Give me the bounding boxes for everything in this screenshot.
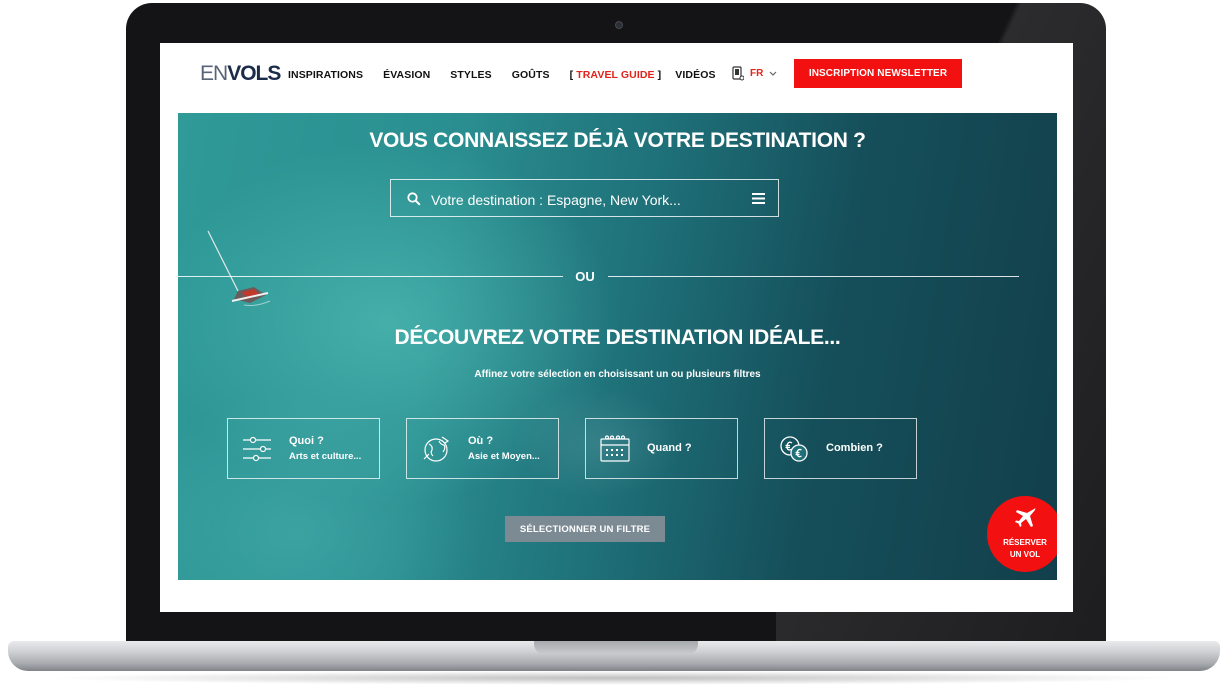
- menu-icon[interactable]: [752, 193, 765, 204]
- airplane-icon: [1015, 508, 1036, 527]
- travel-guide-label: TRAVEL GUIDE: [576, 69, 655, 81]
- nav-videos[interactable]: VIDÉOS: [675, 69, 715, 81]
- nav-evasion[interactable]: ÉVASION: [383, 69, 430, 81]
- logo-part-1: EN: [200, 62, 228, 85]
- coins-icon: [780, 436, 808, 462]
- sliders-icon: [243, 436, 271, 462]
- filter-what-value: Arts et culture...: [289, 451, 362, 462]
- divider-left: [178, 276, 563, 277]
- search-input[interactable]: [429, 189, 733, 211]
- logo-part-2: VOLS: [227, 62, 281, 85]
- filter-budget-label: Combien ?: [826, 442, 883, 454]
- hero-section: VOUS CONNAISSEZ DÉJÀ VOTRE DESTINATION ?…: [178, 113, 1057, 580]
- nav-travel-guide[interactable]: [ TRAVEL GUIDE ]: [570, 69, 662, 81]
- language-label: FR: [750, 68, 764, 79]
- reserve-line-2: UN VOL: [1009, 550, 1041, 559]
- language-selector[interactable]: FR: [732, 66, 777, 81]
- site-header: ENVOLS INSPIRATIONS ÉVASION STYLES GOÛTS…: [160, 43, 1073, 113]
- chevron-down-icon: [769, 71, 777, 76]
- nav-styles[interactable]: STYLES: [450, 69, 491, 81]
- logo[interactable]: ENVOLS: [200, 62, 281, 86]
- discover-subtitle: Affinez votre sélection en choisissant u…: [474, 369, 761, 380]
- phone-icon[interactable]: [732, 66, 744, 81]
- browser-screen: ENVOLS INSPIRATIONS ÉVASION STYLES GOÛTS…: [160, 43, 1073, 612]
- webcam: [615, 21, 623, 29]
- filter-what[interactable]: Quoi ? Arts et culture...: [227, 418, 380, 479]
- divider-right: [608, 276, 1019, 277]
- filter-budget[interactable]: Combien ?: [764, 418, 917, 479]
- bracket-open: [: [569, 69, 574, 81]
- nav-gouts[interactable]: GOÛTS: [512, 69, 550, 81]
- filter-where-label: Où ?: [468, 435, 494, 447]
- filter-where[interactable]: Où ? Asie et Moyen...: [406, 418, 559, 479]
- filter-when[interactable]: Quand ?: [585, 418, 738, 479]
- or-separator: OU: [575, 269, 595, 284]
- laptop-shadow: [40, 671, 1186, 685]
- reserve-flight-button[interactable]: RÉSERVER UN VOL: [987, 496, 1057, 572]
- discover-title: DÉCOUVREZ VOTRE DESTINATION IDÉALE...: [394, 326, 841, 349]
- hero-title: VOUS CONNAISSEZ DÉJÀ VOTRE DESTINATION ?: [369, 129, 866, 152]
- filter-what-label: Quoi ?: [289, 435, 324, 447]
- globe-icon: [423, 436, 450, 462]
- reserve-line-1: RÉSERVER: [1003, 538, 1047, 547]
- newsletter-button[interactable]: INSCRIPTION NEWSLETTER: [794, 59, 962, 88]
- calendar-icon: [600, 435, 630, 462]
- bracket-close: ]: [657, 69, 662, 81]
- destination-search[interactable]: [390, 179, 779, 217]
- search-icon: [407, 192, 421, 206]
- filter-where-value: Asie et Moyen...: [468, 451, 540, 462]
- nav-inspirations[interactable]: INSPIRATIONS: [288, 69, 363, 81]
- sailboat-image: [207, 230, 271, 306]
- main-nav: INSPIRATIONS ÉVASION STYLES GOÛTS [ TRAV…: [288, 69, 736, 81]
- select-filter-button[interactable]: SÉLECTIONNER UN FILTRE: [505, 516, 665, 542]
- filter-when-label: Quand ?: [647, 442, 692, 454]
- laptop-notch: [534, 641, 698, 654]
